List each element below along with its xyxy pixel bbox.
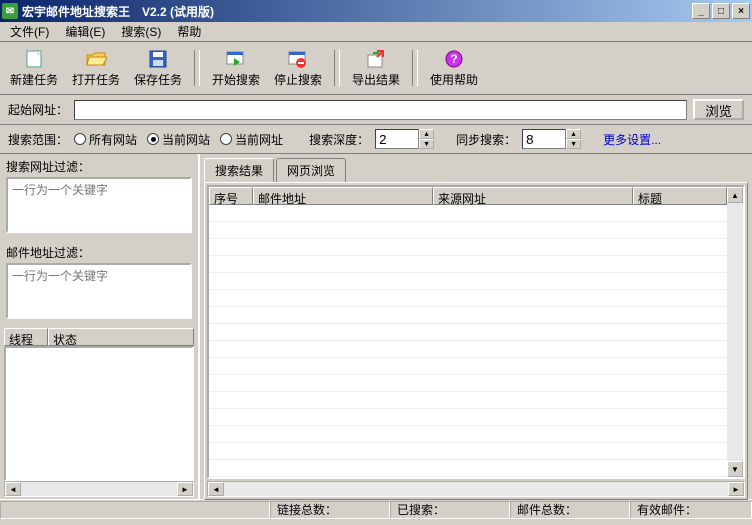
status-links-total: 链接总数： (270, 501, 390, 519)
export-label: 导出结果 (352, 71, 400, 88)
svg-text:?: ? (450, 52, 457, 66)
stop-icon (286, 48, 310, 69)
results-header: 序号 邮件地址 来源网址 标题 (209, 187, 727, 205)
menu-bar: 文件(F) 编辑(E) 搜索(S) 帮助 (0, 22, 752, 42)
toolbar: 新建任务 打开任务 保存任务 开始搜索 停止搜索 导出结果 ? 使用帮助 (0, 42, 752, 95)
thread-list-body[interactable] (4, 346, 194, 481)
status-valid-emails: 有效邮件： (630, 501, 752, 519)
open-task-label: 打开任务 (72, 71, 120, 88)
scroll-right-icon[interactable]: ► (177, 482, 193, 496)
scope-url-radio[interactable]: 当前网址 (220, 131, 283, 148)
thread-col-thread[interactable]: 线程 (4, 328, 48, 346)
scope-all-radio[interactable]: 所有网站 (74, 131, 137, 148)
scroll-down-icon[interactable]: ▼ (727, 461, 743, 477)
start-search-button[interactable]: 开始搜索 (208, 46, 264, 90)
menu-edit[interactable]: 编辑(E) (59, 21, 111, 42)
depth-down-button[interactable]: ▼ (419, 139, 434, 149)
stop-search-label: 停止搜索 (274, 71, 322, 88)
results-col-email[interactable]: 邮件地址 (253, 187, 433, 205)
concurrent-down-button[interactable]: ▼ (566, 139, 581, 149)
help-label: 使用帮助 (430, 71, 478, 88)
status-bar: 链接总数： 已搜索： 邮件总数： 有效邮件： (0, 499, 752, 519)
tab-results[interactable]: 搜索结果 (204, 158, 274, 182)
maximize-button[interactable]: □ (712, 3, 730, 19)
status-searched: 已搜索： (390, 501, 510, 519)
right-panel: 搜索结果 网页浏览 序号 邮件地址 来源网址 标题 (200, 154, 752, 499)
concurrent-label: 同步搜索： (456, 131, 516, 148)
more-settings-link[interactable]: 更多设置... (603, 131, 661, 148)
help-icon: ? (442, 48, 466, 69)
folder-open-icon (84, 48, 108, 69)
status-empty (0, 501, 270, 519)
scroll-left-icon[interactable]: ◄ (5, 482, 21, 496)
scroll-left-icon[interactable]: ◄ (208, 482, 224, 496)
url-filter-label: 搜索网址过滤： (6, 158, 192, 175)
scope-site-radio[interactable]: 当前网站 (147, 131, 210, 148)
results-body[interactable] (209, 205, 727, 477)
scope-label: 搜索范围： (8, 131, 68, 148)
thread-col-status[interactable]: 状态 (48, 328, 194, 346)
save-task-label: 保存任务 (134, 71, 182, 88)
export-icon (364, 48, 388, 69)
status-emails-total: 邮件总数： (510, 501, 630, 519)
results-col-seq[interactable]: 序号 (209, 187, 253, 205)
scroll-right-icon[interactable]: ► (728, 482, 744, 496)
toolbar-separator (412, 50, 418, 86)
tab-webview[interactable]: 网页浏览 (276, 158, 346, 182)
menu-help[interactable]: 帮助 (171, 21, 207, 42)
left-panel: 搜索网址过滤： 邮件地址过滤： 线程 状态 ◄ ► (0, 154, 200, 499)
email-filter-label: 邮件地址过滤： (6, 244, 192, 261)
toolbar-separator (334, 50, 340, 86)
concurrent-input[interactable] (522, 129, 566, 149)
results-vscrollbar[interactable]: ▲ ▼ (727, 187, 743, 477)
start-url-label: 起始网址： (8, 101, 68, 118)
scroll-up-icon[interactable]: ▲ (727, 187, 743, 203)
concurrent-up-button[interactable]: ▲ (566, 129, 581, 139)
close-button[interactable]: × (732, 3, 750, 19)
depth-input[interactable] (375, 129, 419, 149)
results-col-title[interactable]: 标题 (633, 187, 727, 205)
help-button[interactable]: ? 使用帮助 (426, 46, 482, 90)
new-task-button[interactable]: 新建任务 (6, 46, 62, 90)
url-filter-input[interactable] (6, 177, 192, 233)
toolbar-separator (194, 50, 200, 86)
start-search-label: 开始搜索 (212, 71, 260, 88)
menu-search[interactable]: 搜索(S) (115, 21, 167, 42)
start-url-row: 起始网址： 浏览 (0, 95, 752, 125)
window-title: 宏宇邮件地址搜索王 V2.2 (试用版) (22, 3, 692, 20)
results-hscrollbar[interactable]: ◄ ► (207, 481, 745, 497)
thread-hscrollbar[interactable]: ◄ ► (4, 481, 194, 497)
browse-button[interactable]: 浏览 (693, 99, 744, 120)
title-bar: ✉ 宏宇邮件地址搜索王 V2.2 (试用版) _ □ × (0, 0, 752, 22)
start-url-input[interactable] (74, 100, 687, 120)
options-row: 搜索范围： 所有网站 当前网站 当前网址 搜索深度： ▲▼ 同步搜索： ▲▼ 更… (0, 125, 752, 154)
stop-search-button[interactable]: 停止搜索 (270, 46, 326, 90)
email-filter-input[interactable] (6, 263, 192, 319)
tab-content: 序号 邮件地址 来源网址 标题 ▲ ▼ (204, 182, 748, 500)
save-task-button[interactable]: 保存任务 (130, 46, 186, 90)
menu-file[interactable]: 文件(F) (4, 21, 55, 42)
file-new-icon (22, 48, 46, 69)
depth-spinner[interactable]: ▲▼ (375, 129, 434, 149)
app-icon: ✉ (2, 3, 18, 19)
depth-label: 搜索深度： (309, 131, 369, 148)
save-icon (146, 48, 170, 69)
open-task-button[interactable]: 打开任务 (68, 46, 124, 90)
play-icon (224, 48, 248, 69)
export-button[interactable]: 导出结果 (348, 46, 404, 90)
results-col-source[interactable]: 来源网址 (433, 187, 633, 205)
new-task-label: 新建任务 (10, 71, 58, 88)
minimize-button[interactable]: _ (692, 3, 710, 19)
concurrent-spinner[interactable]: ▲▼ (522, 129, 581, 149)
tabs: 搜索结果 网页浏览 (200, 154, 752, 182)
depth-up-button[interactable]: ▲ (419, 129, 434, 139)
thread-list: 线程 状态 (0, 326, 198, 481)
main-area: 搜索网址过滤： 邮件地址过滤： 线程 状态 ◄ ► 搜索结果 网页浏览 (0, 154, 752, 499)
